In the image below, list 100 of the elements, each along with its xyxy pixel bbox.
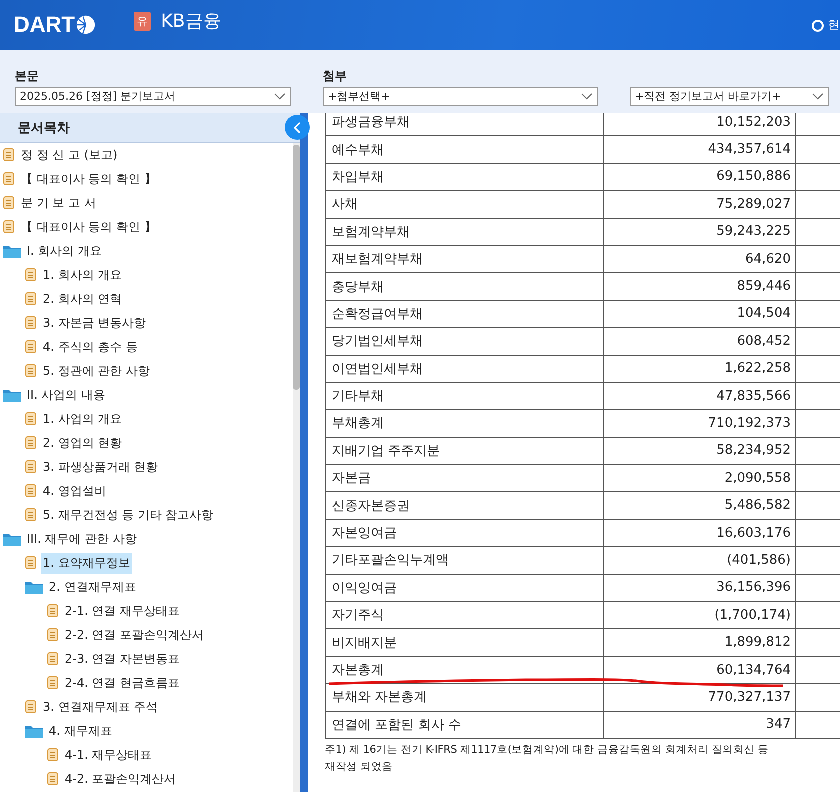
table-cell: 충당부채 (326, 272, 604, 300)
table-cell: 기타포괄손익누계액 (326, 546, 604, 574)
table-cell: 75,289,027 (604, 190, 796, 218)
company-name: KB금융 (161, 10, 222, 33)
document-icon (47, 628, 59, 642)
folder-icon (25, 724, 43, 738)
toc-item[interactable]: II. 사업의 내용 (25, 384, 108, 406)
table-cell: 예수부채 (326, 136, 604, 164)
table-cell: 순확정급여부채 (326, 300, 604, 328)
document-icon (3, 172, 15, 186)
document-icon (25, 268, 37, 282)
document-icon (25, 340, 37, 354)
document-icon (25, 484, 37, 498)
table-cell: 자본금 (326, 464, 604, 492)
table-cell: 2,090,558 (604, 464, 796, 492)
document-icon (25, 316, 37, 330)
table-cell: 1,622,258 (604, 355, 796, 382)
table-cell: 16,603,176 (604, 519, 796, 547)
table-cell: 자기주식 (326, 602, 604, 629)
document-icon (25, 700, 37, 714)
sidebar-title: 문서목차 (18, 120, 70, 136)
document-icon (47, 652, 59, 666)
dropdown-select[interactable]: +직전 정기보고서 바로가기+ (630, 87, 829, 106)
folder-icon (3, 244, 21, 258)
table-cell: 60,134,764 (604, 656, 796, 684)
toc-item[interactable]: 4-2. 포괄손익계산서 (63, 768, 178, 790)
toc-item[interactable]: 2-3. 연결 자본변동표 (63, 648, 182, 670)
table-cell: 이연법인세부채 (326, 355, 604, 382)
toc-item[interactable]: 2. 연결재무제표 (47, 576, 138, 598)
toc-item[interactable]: 1. 사업의 개요 (41, 408, 124, 430)
table-cell: 기타부채 (326, 382, 604, 410)
table-cell: 59,243,225 (604, 218, 796, 246)
table-cell: 부채와 자본총계 (326, 684, 604, 712)
table-cell: 104,504 (604, 300, 796, 328)
chevron-down-icon (812, 93, 824, 100)
table-cell: 신종자본증권 (326, 492, 604, 520)
document-icon (47, 676, 59, 690)
toc-item[interactable]: 3. 연결재무제표 주석 (41, 696, 160, 718)
document-icon (25, 436, 37, 450)
toc-item[interactable]: 5. 정관에 관한 사항 (41, 360, 152, 382)
document-icon (25, 412, 37, 426)
toc-item[interactable]: 【 대표이사 등의 확인 】 (19, 168, 158, 190)
table-cell: 지배기업 주주지분 (326, 437, 604, 465)
table-cell: 770,327,137 (604, 684, 796, 712)
toc-item[interactable]: 4. 재무제표 (47, 720, 114, 742)
toc-item[interactable]: 4. 영업설비 (41, 480, 108, 502)
table-cell: 사채 (326, 190, 604, 218)
document-icon (25, 292, 37, 306)
document-icon (25, 364, 37, 378)
chevron-left-icon (294, 122, 302, 134)
toc-item[interactable]: 정 정 신 고 (보고) (19, 144, 120, 166)
company-type-badge: 유 (134, 12, 152, 30)
toc-item[interactable]: 2. 영업의 현황 (41, 432, 124, 454)
table-cell: 비지배지분 (326, 628, 604, 656)
table-cell: 당기법인세부채 (326, 328, 604, 356)
document-icon (47, 748, 59, 762)
logo-circle-icon (76, 15, 96, 35)
toc-item[interactable]: 2-2. 연결 포괄손익계산서 (63, 624, 206, 646)
table-cell: 36,156,396 (604, 574, 796, 602)
table-cell: 47,835,566 (604, 382, 796, 410)
toc-item[interactable]: 2-4. 연결 현금흐름표 (63, 672, 182, 694)
document-icon (25, 508, 37, 522)
table-cell: 859,446 (604, 272, 796, 300)
toc-item[interactable]: 3. 파생상품거래 현황 (41, 456, 160, 478)
toc-item[interactable]: 3. 자본금 변동사항 (41, 312, 148, 334)
table-cell: 58,234,952 (604, 437, 796, 465)
table-cell: (401,586) (604, 546, 796, 574)
toc-item[interactable]: 【 대표이사 등의 확인 】 (19, 216, 158, 238)
table-cell: 608,452 (604, 328, 796, 356)
document-icon (3, 196, 15, 210)
toc-item[interactable]: 1. 요약재무정보 (41, 552, 132, 574)
circle-icon (812, 20, 824, 32)
toc-item[interactable]: I. 회사의 개요 (25, 240, 104, 262)
table-cell: 347 (604, 711, 796, 738)
toc-item[interactable]: 5. 재무건전성 등 기타 참고사항 (41, 504, 216, 526)
toc-item[interactable]: 2-1. 연결 재무상태표 (63, 600, 182, 622)
toc-item[interactable]: 4-1. 재무상태표 (63, 744, 154, 766)
table-cell: 64,620 (604, 245, 796, 273)
toc-item[interactable]: III. 재무에 관한 사항 (25, 528, 139, 550)
footnote-text: 재작성 되었음 (325, 760, 394, 775)
toc-item[interactable]: 4. 주식의 총수 등 (41, 336, 140, 358)
toc-item[interactable]: 2. 회사의 연혁 (41, 288, 124, 310)
scrollbar[interactable] (293, 143, 300, 792)
table-cell: 부채총계 (326, 410, 604, 438)
document-icon (25, 556, 37, 570)
folder-icon (3, 388, 21, 402)
folder-icon (25, 580, 43, 594)
dropdown-select[interactable]: 2025.05.26 [정정] 분기보고서 (15, 87, 291, 106)
logo-text: DART (14, 12, 76, 38)
header-link[interactable]: 현 (828, 17, 840, 34)
collapse-button[interactable] (285, 115, 310, 140)
table-cell: 보험계약부채 (326, 218, 604, 246)
table-cell: (1,700,174) (604, 602, 796, 629)
toc-item[interactable]: 1. 회사의 개요 (41, 264, 124, 286)
table-cell: 재보험계약부채 (326, 245, 604, 273)
toc-item[interactable]: 분 기 보 고 서 (19, 192, 98, 214)
document-icon (47, 604, 59, 618)
dropdown-select[interactable]: +첨부선택+ (323, 87, 598, 106)
table-cell: 69,150,886 (604, 163, 796, 191)
selector-label: 본문 (15, 68, 40, 85)
